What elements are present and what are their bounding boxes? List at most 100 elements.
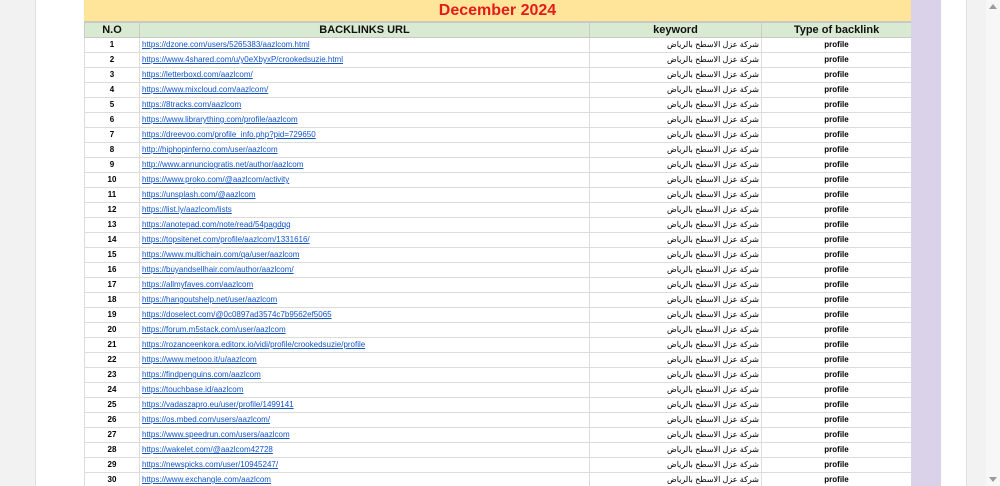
keyword-cell: شركة عزل الاسطح بالرياض — [589, 142, 762, 158]
backlink-type-cell: profile — [761, 337, 912, 353]
table-row: 5 https://8tracks.com/aazlcom شركة عزل الا… — [84, 97, 912, 113]
row-number: 12 — [84, 202, 140, 218]
row-number: 23 — [84, 367, 140, 383]
backlink-url-link[interactable]: https://rozanceenkora.editorx.io/vidi/pr… — [142, 340, 365, 349]
table-row: 15 https://www.multichain.com/qa/user/aaz… — [84, 247, 912, 263]
backlinks-table: N.O BACKLINKS URL keyword Type of backli… — [84, 22, 912, 486]
backlink-url-link[interactable]: https://anotepad.com/note/read/54pagdqq — [142, 220, 291, 229]
keyword-cell: شركة عزل الاسطح بالرياض — [589, 412, 762, 428]
row-number: 22 — [84, 352, 140, 368]
backlink-url-link[interactable]: https://findpenguins.com/aazlcom — [142, 370, 261, 379]
backlink-type-cell: profile — [761, 157, 912, 173]
backlink-url-link[interactable]: https://forum.m5stack.com/user/aazlcom — [142, 325, 286, 334]
table-row: 27 https://www.speedrun.com/users/aazlcom… — [84, 427, 912, 443]
backlink-url-link[interactable]: https://allmyfaves.com/aazlcom — [142, 280, 253, 289]
scroll-down-arrow-icon[interactable] — [989, 477, 997, 482]
row-number: 30 — [84, 472, 140, 486]
backlink-url-link[interactable]: https://www.librarything.com/profile/aaz… — [142, 115, 298, 124]
scroll-up-arrow-icon[interactable] — [989, 4, 997, 9]
backlink-url-link[interactable]: https://www.4shared.com/u/y0eXbyxP/crook… — [142, 55, 343, 64]
backlink-type-cell: profile — [761, 277, 912, 293]
backlink-url-link[interactable]: https://www.metooo.it/u/aazlcom — [142, 355, 257, 364]
keyword-cell: شركة عزل الاسطح بالرياض — [589, 37, 762, 53]
row-number: 20 — [84, 322, 140, 338]
table-row: 25 https://vadaszapro.eu/user/profile/149… — [84, 397, 912, 413]
backlink-url-cell: https://www.librarything.com/profile/aaz… — [139, 112, 590, 128]
keyword-cell: شركة عزل الاسطح بالرياض — [589, 217, 762, 233]
backlink-url-link[interactable]: http://hiphopinferno.com/user/aazlcom — [142, 145, 278, 154]
sheet-title: December 2024 — [84, 0, 911, 22]
row-number: 18 — [84, 292, 140, 308]
backlink-type-cell: profile — [761, 412, 912, 428]
backlink-url-link[interactable]: https://www.multichain.com/qa/user/aazlc… — [142, 250, 299, 259]
backlink-url-link[interactable]: https://topsitenet.com/profile/aazlcom/1… — [142, 235, 310, 244]
table-row: 6 https://www.librarything.com/profile/aa… — [84, 112, 912, 128]
keyword-cell: شركة عزل الاسطح بالرياض — [589, 202, 762, 218]
backlink-type-cell: profile — [761, 37, 912, 53]
backlink-type-cell: profile — [761, 82, 912, 98]
table-row: 18 https://hangoutshelp.net/user/aazlcom ش… — [84, 292, 912, 308]
row-number: 15 — [84, 247, 140, 263]
backlink-url-link[interactable]: https://newspicks.com/user/10945247/ — [142, 460, 278, 469]
backlink-url-link[interactable]: https://doselect.com/@0c0897ad3574c7b956… — [142, 310, 332, 319]
row-number: 11 — [84, 187, 140, 203]
backlink-url-link[interactable]: https://www.mixcloud.com/aazlcom/ — [142, 85, 268, 94]
backlink-url-link[interactable]: https://8tracks.com/aazlcom — [142, 100, 241, 109]
row-number: 29 — [84, 457, 140, 473]
backlink-url-link[interactable]: https://letterboxd.com/aazlcom/ — [142, 70, 253, 79]
keyword-cell: شركة عزل الاسطح بالرياض — [589, 397, 762, 413]
vertical-scrollbar[interactable] — [986, 0, 1000, 486]
row-number: 27 — [84, 427, 140, 443]
backlink-type-cell: profile — [761, 217, 912, 233]
row-number: 21 — [84, 337, 140, 353]
backlink-url-link[interactable]: https://www.speedrun.com/users/aazlcom — [142, 430, 290, 439]
keyword-cell: شركة عزل الاسطح بالرياض — [589, 262, 762, 278]
keyword-cell: شركة عزل الاسطح بالرياض — [589, 172, 762, 188]
backlink-url-link[interactable]: https://wakelet.com/@aazlcom42728 — [142, 445, 273, 454]
backlink-url-link[interactable]: http://www.annunciogratis.net/author/aaz… — [142, 160, 303, 169]
table-row: 29 https://newspicks.com/user/10945247/شر… — [84, 457, 912, 473]
table-row: 14 https://topsitenet.com/profile/aazlcom… — [84, 232, 912, 248]
backlink-url-link[interactable]: https://hangoutshelp.net/user/aazlcom — [142, 295, 277, 304]
keyword-cell: شركة عزل الاسطح بالرياض — [589, 322, 762, 338]
backlink-type-cell: profile — [761, 472, 912, 486]
table-row: 12 https://list.ly/aazlcom/lists شركة عزل … — [84, 202, 912, 218]
keyword-cell: شركة عزل الاسطح بالرياض — [589, 127, 762, 143]
backlink-url-link[interactable]: https://list.ly/aazlcom/lists — [142, 205, 232, 214]
backlink-url-cell: https://dzone.com/users/5265383/aazlcom.… — [139, 37, 590, 53]
backlink-url-link[interactable]: https://touchbase.id/aazlcom — [142, 385, 243, 394]
keyword-cell: شركة عزل الاسطح بالرياض — [589, 472, 762, 486]
column-highlight — [911, 0, 941, 486]
backlink-type-cell: profile — [761, 367, 912, 383]
row-number: 26 — [84, 412, 140, 428]
row-number: 4 — [84, 82, 140, 98]
backlink-url-link[interactable]: https://dreevoo.com/profile_info.php?pid… — [142, 130, 316, 139]
backlink-url-cell: https://findpenguins.com/aazlcom — [139, 367, 590, 383]
backlink-type-cell: profile — [761, 307, 912, 323]
backlink-url-link[interactable]: https://unsplash.com/@aazlcom — [142, 190, 256, 199]
backlink-url-cell: http://hiphopinferno.com/user/aazlcom — [139, 142, 590, 158]
table-row: 11 https://unsplash.com/@aazlcom شركة عزل … — [84, 187, 912, 203]
backlink-type-cell: profile — [761, 142, 912, 158]
keyword-cell: شركة عزل الاسطح بالرياض — [589, 367, 762, 383]
backlink-url-link[interactable]: https://vadaszapro.eu/user/profile/14991… — [142, 400, 294, 409]
keyword-cell: شركة عزل الاسطح بالرياض — [589, 232, 762, 248]
backlink-url-link[interactable]: https://www.proko.com/@aazlcom/activity — [142, 175, 289, 184]
keyword-cell: شركة عزل الاسطح بالرياض — [589, 277, 762, 293]
backlink-url-cell: https://touchbase.id/aazlcom — [139, 382, 590, 398]
header-type: Type of backlink — [761, 22, 912, 38]
table-row: 3 https://letterboxd.com/aazlcom/شركة عزل… — [84, 67, 912, 83]
row-number: 8 — [84, 142, 140, 158]
backlink-url-cell: https://allmyfaves.com/aazlcom — [139, 277, 590, 293]
backlink-type-cell: profile — [761, 352, 912, 368]
backlink-url-link[interactable]: https://os.mbed.com/users/aazlcom/ — [142, 415, 270, 424]
row-number: 9 — [84, 157, 140, 173]
backlink-url-link[interactable]: https://buyandsellhair.com/author/aazlco… — [142, 265, 294, 274]
row-number: 16 — [84, 262, 140, 278]
table-row: 22 https://www.metooo.it/u/aazlcom شركة عز… — [84, 352, 912, 368]
backlink-url-cell: https://unsplash.com/@aazlcom — [139, 187, 590, 203]
backlink-url-link[interactable]: https://www.exchangle.com/aazlcom — [142, 475, 271, 484]
keyword-cell: شركة عزل الاسطح بالرياض — [589, 442, 762, 458]
backlink-url-link[interactable]: https://dzone.com/users/5265383/aazlcom.… — [142, 40, 310, 49]
backlink-url-cell: https://wakelet.com/@aazlcom42728 — [139, 442, 590, 458]
